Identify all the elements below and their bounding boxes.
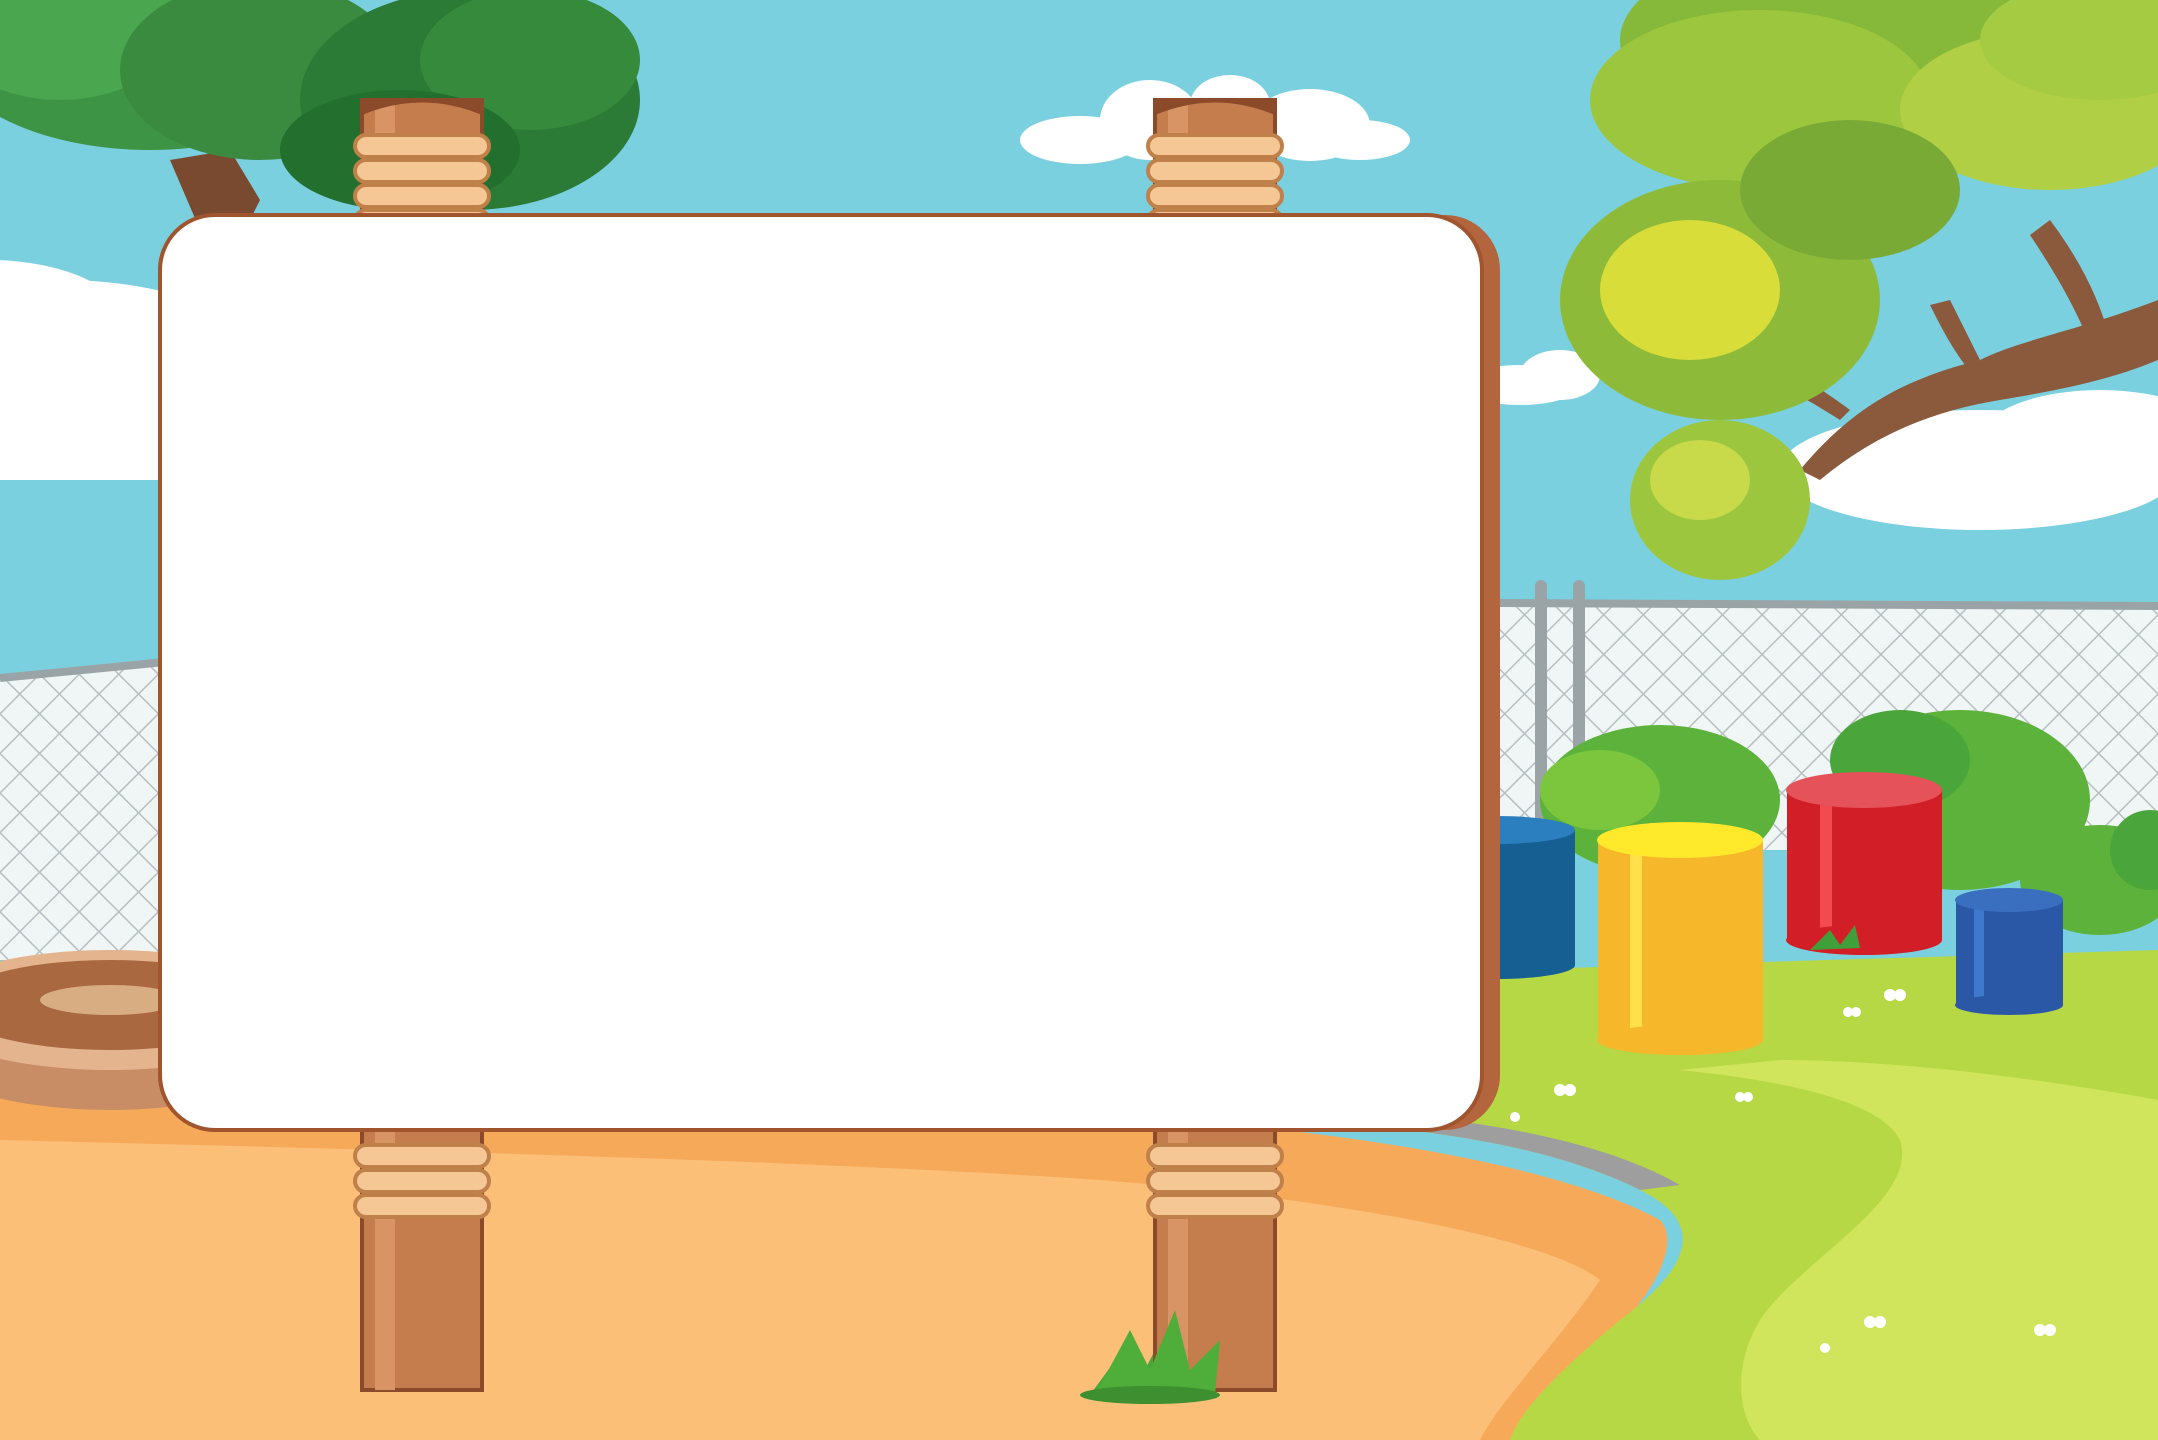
drum-yellow: [1597, 822, 1763, 1055]
drum-red: [1786, 772, 1942, 955]
rope-left-bottom: [353, 1143, 491, 1219]
blank-sign-board: [158, 213, 1500, 1132]
drum-blue: [1955, 888, 2063, 1015]
scene-illustration: [0, 0, 2158, 1440]
playground-scene: [0, 0, 2158, 1440]
rope-right-bottom: [1146, 1143, 1284, 1219]
